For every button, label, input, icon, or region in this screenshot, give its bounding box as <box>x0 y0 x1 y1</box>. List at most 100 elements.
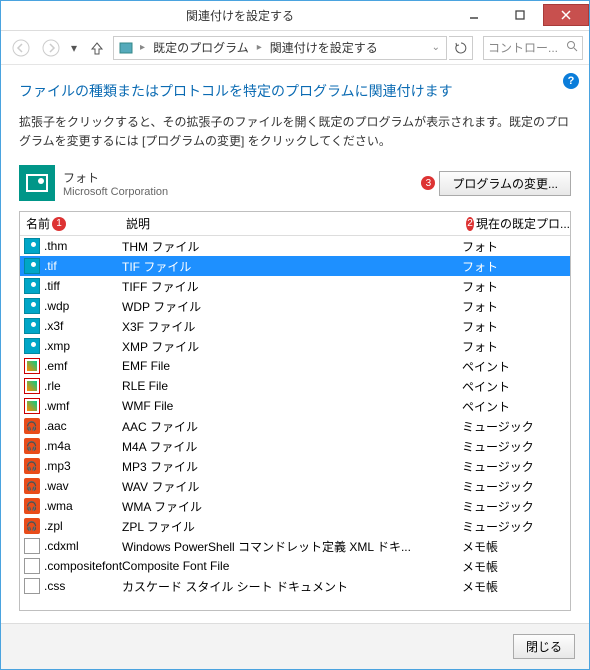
chevron-right-icon: ▸ <box>255 42 264 53</box>
program-cell: メモ帳 <box>462 578 570 595</box>
program-cell: ペイント <box>462 358 570 375</box>
file-type-icon <box>24 358 40 374</box>
file-type-list: 名前 1 説明 2 現在の既定プロ... .thmTHM ファイルフォト.tif… <box>19 211 571 611</box>
desc-cell: カスケード スタイル シート ドキュメント <box>122 578 462 595</box>
annotation-marker-1: 1 <box>52 217 66 231</box>
search-input[interactable]: コントロー... <box>483 36 583 60</box>
ext-cell: .m4a <box>44 439 122 453</box>
program-cell: ペイント <box>462 398 570 415</box>
program-cell: ミュージック <box>462 518 570 535</box>
ext-cell: .tiff <box>44 279 122 293</box>
ext-cell: .rle <box>44 379 122 393</box>
up-button[interactable] <box>83 35 111 61</box>
annotation-marker-2: 2 <box>466 217 474 231</box>
help-icon[interactable]: ? <box>563 73 579 89</box>
column-header-program[interactable]: 2 現在の既定プロ... <box>460 215 570 232</box>
table-row[interactable]: .wmfWMF Fileペイント <box>20 396 570 416</box>
desc-cell: MP3 ファイル <box>122 458 462 475</box>
program-cell: メモ帳 <box>462 558 570 575</box>
close-dialog-button[interactable]: 閉じる <box>513 634 575 659</box>
table-row[interactable]: .cssカスケード スタイル シート ドキュメントメモ帳 <box>20 576 570 596</box>
desc-cell: TIFF ファイル <box>122 278 462 295</box>
ext-cell: .mp3 <box>44 459 122 473</box>
table-row[interactable]: .compositefontComposite Font Fileメモ帳 <box>20 556 570 576</box>
ext-cell: .compositefont <box>44 559 122 573</box>
app-icon <box>19 165 55 201</box>
maximize-button[interactable] <box>497 4 543 26</box>
desc-cell: THM ファイル <box>122 238 462 255</box>
file-type-icon <box>24 398 40 414</box>
desc-cell: WDP ファイル <box>122 298 462 315</box>
chevron-down-icon[interactable]: ⌄ <box>430 42 442 53</box>
refresh-button[interactable] <box>449 36 473 60</box>
close-button[interactable] <box>543 4 589 26</box>
desc-cell: X3F ファイル <box>122 318 462 335</box>
ext-cell: .aac <box>44 419 122 433</box>
desc-cell: WAV ファイル <box>122 478 462 495</box>
table-row[interactable]: .rleRLE Fileペイント <box>20 376 570 396</box>
breadcrumb-item[interactable]: 既定のプログラム <box>151 39 251 56</box>
navbar: ▾ ▸ 既定のプログラム ▸ 関連付けを設定する ⌄ コントロー... <box>1 31 589 65</box>
program-cell: フォト <box>462 318 570 335</box>
app-publisher: Microsoft Corporation <box>63 186 168 198</box>
table-row[interactable]: .zplZPL ファイルミュージック <box>20 516 570 536</box>
program-cell: フォト <box>462 238 570 255</box>
history-dropdown[interactable]: ▾ <box>71 41 77 55</box>
program-cell: ミュージック <box>462 498 570 515</box>
table-row[interactable]: .tiffTIFF ファイルフォト <box>20 276 570 296</box>
column-header-name[interactable]: 名前 1 <box>20 215 120 232</box>
desc-cell: ZPL ファイル <box>122 518 462 535</box>
back-button[interactable] <box>7 35 35 61</box>
table-row[interactable]: .xmpXMP ファイルフォト <box>20 336 570 356</box>
file-type-icon <box>24 418 40 434</box>
desc-cell: WMF File <box>122 399 462 413</box>
ext-cell: .xmp <box>44 339 122 353</box>
file-type-icon <box>24 318 40 334</box>
annotation-marker-3: 3 <box>421 176 435 190</box>
table-row[interactable]: .wavWAV ファイルミュージック <box>20 476 570 496</box>
file-type-icon <box>24 498 40 514</box>
ext-cell: .wmf <box>44 399 122 413</box>
table-row[interactable]: .x3fX3F ファイルフォト <box>20 316 570 336</box>
breadcrumb[interactable]: ▸ 既定のプログラム ▸ 関連付けを設定する ⌄ <box>113 36 447 60</box>
table-row[interactable]: .cdxmlWindows PowerShell コマンドレット定義 XML ド… <box>20 536 570 556</box>
table-row[interactable]: .m4aM4A ファイルミュージック <box>20 436 570 456</box>
file-type-icon <box>24 578 40 594</box>
program-cell: フォト <box>462 338 570 355</box>
location-icon <box>118 40 134 56</box>
program-cell: ミュージック <box>462 458 570 475</box>
program-cell: ミュージック <box>462 438 570 455</box>
minimize-button[interactable] <box>451 4 497 26</box>
page-description: 拡張子をクリックすると、その拡張子のファイルを開く既定のプログラムが表示されます… <box>19 113 571 151</box>
desc-cell: TIF ファイル <box>122 258 462 275</box>
change-program-button[interactable]: プログラムの変更... <box>439 171 571 196</box>
search-placeholder: コントロー... <box>488 39 558 56</box>
forward-button[interactable] <box>37 35 65 61</box>
page-heading: ファイルの種類またはプロトコルを特定のプログラムに関連付けます <box>19 81 571 101</box>
ext-cell: .cdxml <box>44 539 122 553</box>
ext-cell: .tif <box>44 259 122 273</box>
table-row[interactable]: .wdpWDP ファイルフォト <box>20 296 570 316</box>
file-type-icon <box>24 538 40 554</box>
ext-cell: .wav <box>44 479 122 493</box>
breadcrumb-item[interactable]: 関連付けを設定する <box>268 39 380 56</box>
table-row[interactable]: .aacAAC ファイルミュージック <box>20 416 570 436</box>
table-row[interactable]: .tifTIF ファイルフォト <box>20 256 570 276</box>
table-row[interactable]: .thmTHM ファイルフォト <box>20 236 570 256</box>
search-icon <box>566 40 578 55</box>
column-header-desc[interactable]: 説明 <box>120 215 460 232</box>
file-type-icon <box>24 258 40 274</box>
file-type-icon <box>24 298 40 314</box>
desc-cell: M4A ファイル <box>122 438 462 455</box>
table-row[interactable]: .emfEMF Fileペイント <box>20 356 570 376</box>
table-row[interactable]: .wmaWMA ファイルミュージック <box>20 496 570 516</box>
program-cell: ミュージック <box>462 478 570 495</box>
desc-cell: Windows PowerShell コマンドレット定義 XML ドキ... <box>122 538 462 555</box>
program-cell: フォト <box>462 298 570 315</box>
ext-cell: .zpl <box>44 519 122 533</box>
table-row[interactable]: .mp3MP3 ファイルミュージック <box>20 456 570 476</box>
desc-cell: Composite Font File <box>122 559 462 573</box>
file-type-icon <box>24 458 40 474</box>
ext-cell: .wdp <box>44 299 122 313</box>
file-type-icon <box>24 478 40 494</box>
